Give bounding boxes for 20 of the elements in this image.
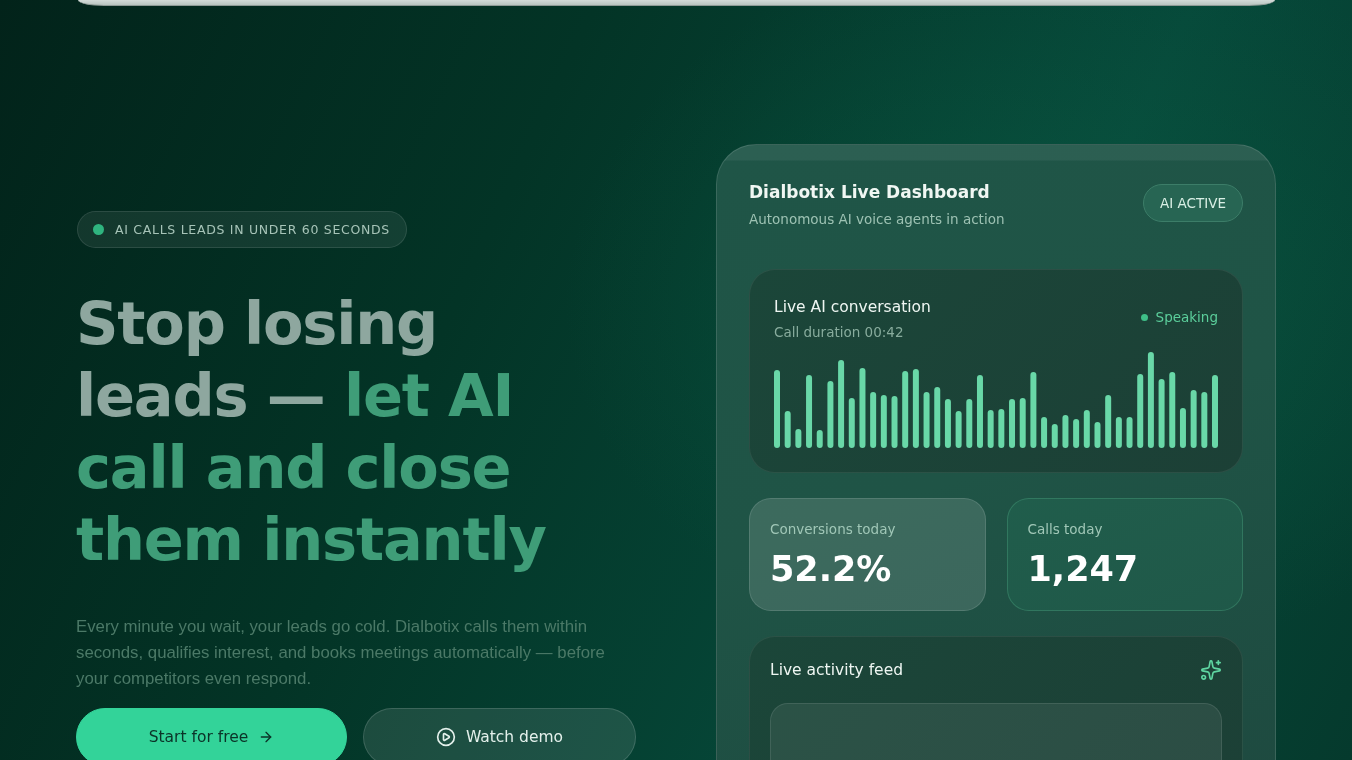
sparkles-icon [1200, 659, 1222, 681]
dashboard-title: Dialbotix Live Dashboard [749, 181, 991, 203]
stat-label: Conversions today [770, 520, 897, 539]
start-button[interactable]: Start for free [76, 708, 347, 760]
hero-heading: Stop losing leads — let AI call and close them instantly [76, 288, 547, 576]
conversation-title: Live AI conversation [774, 297, 931, 317]
speaking-status: Speaking [1155, 309, 1218, 325]
stat-label: Calls today [1027, 520, 1104, 539]
play-circle-icon [435, 727, 456, 747]
hero-description: Every minute you wait, your leads go cold. Dialbotix calls them within seconds, qualifies interest, and books meetings automatically — before your competitors even respond. [76, 616, 606, 690]
stat-value: 52.2% [770, 548, 893, 591]
tagline-text: AI CALLS LEADS IN UNDER 60 SECONDS [115, 222, 390, 237]
activity-feed-title: Live activity feed [770, 660, 903, 680]
stat-value: 1,247 [1027, 548, 1140, 591]
status-dot-icon [93, 224, 104, 235]
call-duration: Call duration 00:42 [774, 323, 905, 342]
status-dot-icon [1140, 313, 1148, 321]
status-pill: AI ACTIVE [1143, 184, 1243, 222]
demo-button[interactable]: Watch demo [363, 708, 636, 760]
dashboard-subtitle: Autonomous AI voice agents in action [749, 210, 1005, 229]
